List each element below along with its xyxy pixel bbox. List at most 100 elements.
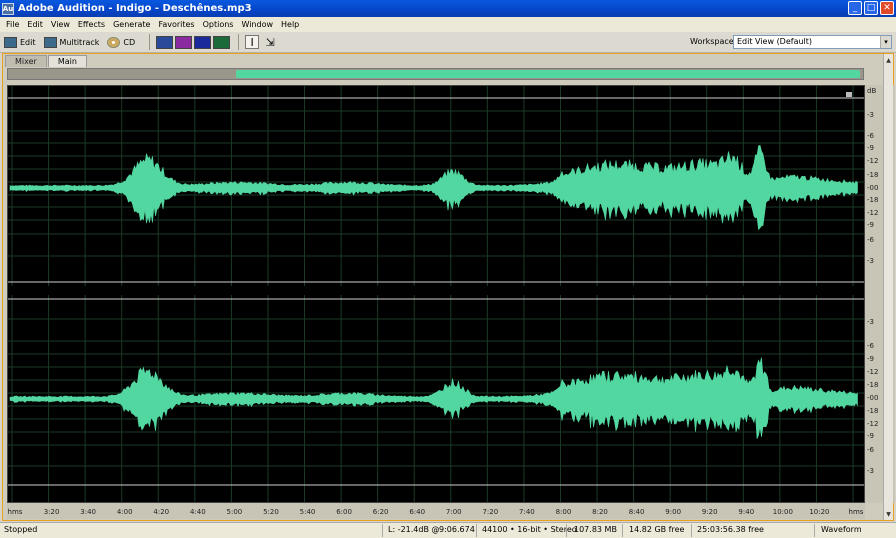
move-copy-tool-icon[interactable]: ⇲ xyxy=(263,35,277,49)
status-bar: Stopped L: -21.4dB @ 9:06.674 44100 • 16… xyxy=(0,522,896,538)
menu-effects[interactable]: Effects xyxy=(74,20,109,29)
marker-icon[interactable] xyxy=(846,92,852,97)
waveform-display-button[interactable] xyxy=(156,35,174,49)
tab-main[interactable]: Main xyxy=(47,55,87,67)
view-mode: Waveform xyxy=(821,525,862,534)
spectral-phase-button[interactable] xyxy=(213,35,231,49)
menu-view[interactable]: View xyxy=(47,20,74,29)
menu-edit[interactable]: Edit xyxy=(23,20,47,29)
menu-bar: File Edit View Effects Generate Favorite… xyxy=(0,17,896,32)
status-divider xyxy=(622,524,623,537)
spectral-pan-button[interactable] xyxy=(194,35,212,49)
time-label: 9:20 xyxy=(701,508,718,516)
multitrack-view-label: Multitrack xyxy=(59,37,100,47)
waveform-display[interactable] xyxy=(7,85,865,503)
time-label: 6:20 xyxy=(372,508,389,516)
toolbar-divider xyxy=(149,34,151,50)
menu-window[interactable]: Window xyxy=(237,20,277,29)
time-label: 9:40 xyxy=(738,508,755,516)
db-label: -9 xyxy=(867,221,874,229)
time-label: 4:00 xyxy=(116,508,133,516)
menu-file[interactable]: File xyxy=(2,20,23,29)
workspace-dropdown[interactable]: Edit View (Default) ▾ xyxy=(733,35,892,49)
time-label: 6:00 xyxy=(336,508,352,516)
zoom-navigator-bar[interactable] xyxy=(7,68,864,80)
scroll-up-icon[interactable]: ▲ xyxy=(884,55,893,65)
db-label: -3 xyxy=(867,318,874,326)
time-label: 7:00 xyxy=(445,508,462,516)
db-label: -12 xyxy=(867,368,879,376)
status-divider xyxy=(566,524,567,537)
vertical-scrollbar[interactable]: ▲ ▼ xyxy=(883,54,893,520)
menu-options[interactable]: Options xyxy=(199,20,238,29)
edit-view-icon xyxy=(4,36,17,48)
status-divider xyxy=(691,524,692,537)
menu-generate[interactable]: Generate xyxy=(109,20,154,29)
toolbar-divider xyxy=(238,34,240,50)
status-divider xyxy=(382,524,383,537)
waveform-canvas[interactable] xyxy=(8,86,865,503)
workspace-value: Edit View (Default) xyxy=(737,37,813,46)
menu-favorites[interactable]: Favorites xyxy=(154,20,198,29)
db-label: -6 xyxy=(867,342,874,350)
time-label: 7:20 xyxy=(482,508,499,516)
time-free: 25:03:56.38 free xyxy=(697,525,764,534)
main-panel: Mixer Main dB -3 -6 -9 -12 -18 -00 -18 -… xyxy=(2,53,895,521)
time-label: 5:20 xyxy=(263,508,279,516)
db-label: -12 xyxy=(867,420,879,428)
time-label: 4:40 xyxy=(189,508,206,516)
waveform-channel[interactable] xyxy=(9,144,858,231)
cd-view-button[interactable]: CD xyxy=(107,36,136,48)
time-label: hms xyxy=(7,508,23,516)
time-label: 10:20 xyxy=(809,508,830,516)
spectral-frequency-button[interactable] xyxy=(175,35,193,49)
time-label: 3:20 xyxy=(43,508,60,516)
status-divider xyxy=(476,524,477,537)
cd-view-label: CD xyxy=(123,37,136,47)
time-label: 3:40 xyxy=(80,508,96,516)
file-size: 107.83 MB xyxy=(574,525,617,534)
channel-divider xyxy=(8,286,864,295)
panel-tabs: Mixer Main xyxy=(5,55,88,67)
db-label: -18 xyxy=(867,196,879,204)
edit-view-button[interactable]: Edit xyxy=(4,36,36,48)
db-label: -00 xyxy=(867,184,879,192)
db-label: -12 xyxy=(867,157,879,165)
time-label: 6:40 xyxy=(409,508,426,516)
time-label: 7:40 xyxy=(519,508,535,516)
db-label: -3 xyxy=(867,111,874,119)
time-label: 8:00 xyxy=(555,508,572,516)
close-button[interactable]: ✕ xyxy=(880,1,894,15)
edit-view-label: Edit xyxy=(20,37,36,47)
db-label: dB xyxy=(867,87,877,95)
level-readout: L: -21.4dB @ xyxy=(388,525,440,534)
menu-help[interactable]: Help xyxy=(277,20,303,29)
time-ruler[interactable]: hms 3:20 3:40 4:00 4:20 4:40 5:00 5:20 5:40 6:00 6… xyxy=(7,503,865,519)
db-label: -6 xyxy=(867,132,874,140)
scroll-down-icon[interactable]: ▼ xyxy=(884,509,893,519)
time-selection-tool-icon[interactable]: I xyxy=(245,35,260,49)
time-label: hms xyxy=(848,508,864,516)
waveform-channel[interactable] xyxy=(9,357,858,439)
audition-app-icon[interactable]: Au xyxy=(2,2,14,15)
tab-mixer[interactable]: Mixer xyxy=(5,55,47,67)
db-label: -6 xyxy=(867,446,874,454)
db-label: -12 xyxy=(867,209,879,217)
time-label: 5:40 xyxy=(299,508,316,516)
workspace-label: Workspace: xyxy=(690,37,737,46)
db-label: -3 xyxy=(867,257,874,265)
multitrack-view-button[interactable]: Multitrack xyxy=(43,36,100,48)
db-label: -18 xyxy=(867,171,879,179)
maximize-button[interactable]: □ xyxy=(864,1,878,15)
db-label: -3 xyxy=(867,467,874,475)
minimize-button[interactable]: _ xyxy=(848,1,862,15)
time-label: 8:20 xyxy=(592,508,608,516)
visible-range-indicator[interactable] xyxy=(236,70,860,78)
chevron-down-icon[interactable]: ▾ xyxy=(880,36,891,48)
time-label: 9:00 xyxy=(665,508,682,516)
db-label: -18 xyxy=(867,407,879,415)
time-label: 4:20 xyxy=(153,508,170,516)
db-label: -18 xyxy=(867,381,879,389)
db-label: -9 xyxy=(867,355,874,363)
db-label: -6 xyxy=(867,236,874,244)
